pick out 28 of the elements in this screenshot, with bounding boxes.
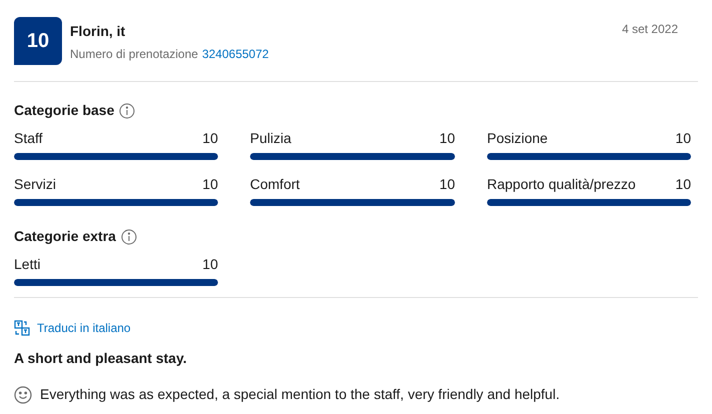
info-icon [120,228,137,244]
booking-number: 3240655072 [202,46,269,62]
booking-label: Numero di prenotazione [70,46,198,62]
info-icon [119,102,136,118]
translate-icon [14,320,30,336]
category-label: Comfort [250,175,300,193]
review-text: Everything was as expected, a special mention to the staff, very friendly and helpful. [40,385,560,404]
translate-link[interactable]: Traduci in italiano [14,319,131,337]
category-score: 10 [675,129,691,147]
category-label: Staff [14,129,43,147]
category-label: Posizione [487,129,548,147]
section-title: Categorie base [14,101,114,120]
category-score: 10 [202,129,218,147]
category-label: Servizi [14,175,56,193]
category-label: Pulizia [250,129,292,147]
category-label: Letti [14,255,40,273]
review-title: A short and pleasant stay. [14,349,188,368]
category-score: 10 [202,175,218,193]
category-score: 10 [439,129,455,147]
category-score: 10 [675,175,691,193]
category-score: 10 [202,255,218,273]
category-label: Rapporto qualità/prezzo [487,175,636,193]
reviewer-name: Florin, it [70,22,126,40]
category-score: 10 [439,175,455,193]
score-badge: 10 [14,17,62,65]
review-date: 4 set 2022 [622,21,679,38]
section-title: Categorie extra [14,227,116,246]
smiley-icon [14,386,32,404]
